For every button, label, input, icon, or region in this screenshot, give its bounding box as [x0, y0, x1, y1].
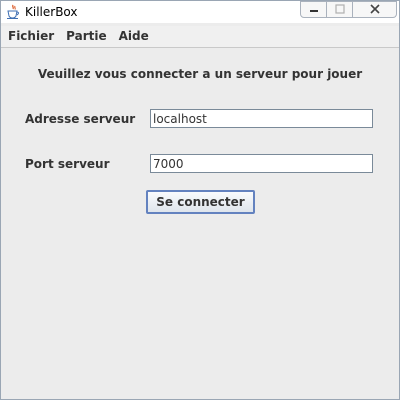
java-cup-icon	[5, 4, 21, 20]
maximize-button[interactable]	[327, 1, 353, 18]
maximize-icon	[334, 3, 345, 17]
close-button[interactable]	[353, 1, 397, 18]
minimize-button[interactable]	[300, 1, 327, 18]
menu-aide[interactable]: Aide	[113, 26, 155, 47]
menu-fichier[interactable]: Fichier	[1, 26, 60, 47]
address-label: Adresse serveur	[25, 112, 136, 126]
minimize-icon	[309, 3, 319, 17]
window-title: KillerBox	[25, 5, 78, 19]
menu-partie[interactable]: Partie	[60, 26, 112, 47]
window-controls	[300, 1, 397, 19]
menu-bar: Fichier Partie Aide	[1, 26, 399, 48]
port-input[interactable]	[150, 154, 373, 173]
address-input[interactable]	[150, 109, 373, 128]
connect-button[interactable]: Se connecter	[146, 190, 255, 214]
title-bar: KillerBox	[1, 1, 399, 23]
connect-instructions: Veuillez vous connecter a un serveur pou…	[37, 67, 363, 81]
port-label: Port serveur	[25, 157, 110, 171]
app-window: KillerBox Fichier Partie Aide Veuillez v…	[0, 0, 400, 400]
close-icon	[369, 1, 381, 19]
